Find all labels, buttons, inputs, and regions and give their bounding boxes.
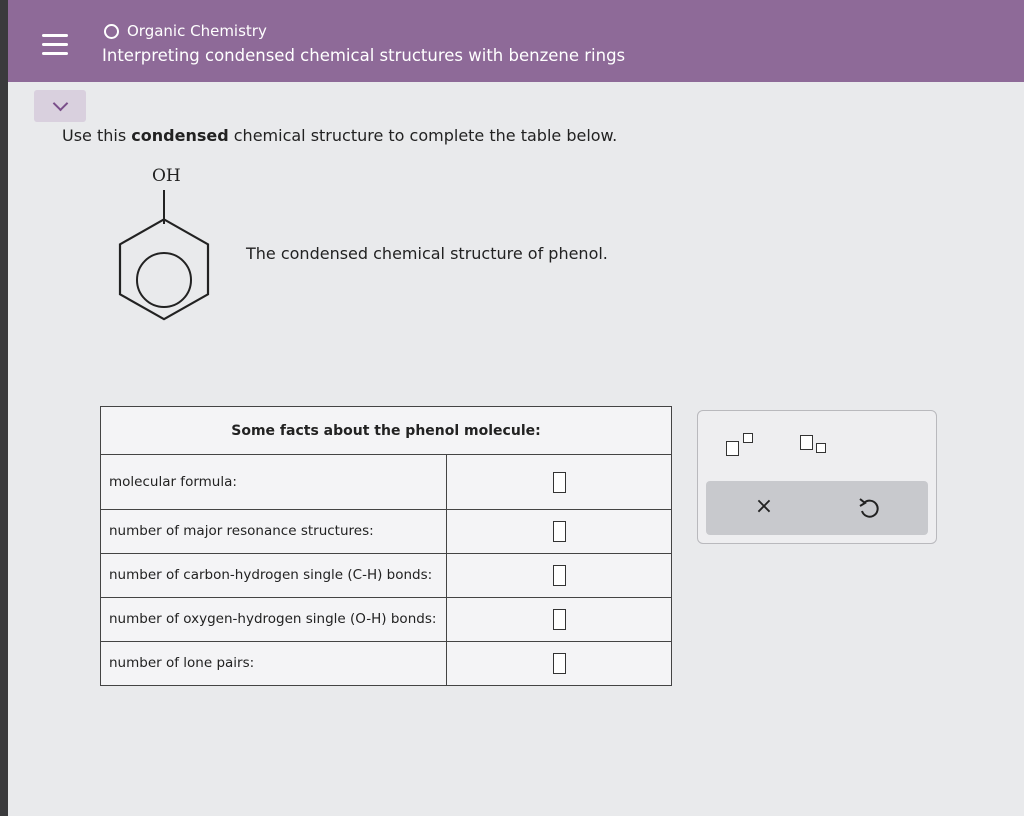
page-title: Interpreting condensed chemical structur… — [102, 46, 626, 65]
molecular-formula-input[interactable] — [552, 471, 566, 493]
facts-table: Some facts about the phenol molecule: mo… — [100, 406, 672, 686]
aromatic-circle — [136, 252, 192, 308]
structure-caption: The condensed chemical structure of phen… — [246, 244, 608, 263]
row-label-lone-pairs: number of lone pairs: — [100, 641, 447, 686]
format-row — [698, 411, 936, 477]
progress-circle-icon — [104, 23, 119, 39]
menu-button[interactable] — [30, 20, 80, 68]
topic-label: Organic Chemistry — [127, 22, 267, 40]
table-row: molecular formula: — [100, 454, 672, 510]
subscript-icon — [816, 443, 826, 453]
table-row: number of lone pairs: — [100, 641, 672, 686]
undo-icon — [859, 498, 879, 518]
menu-icon-line — [42, 51, 68, 55]
instructions-prefix: Use this — [62, 126, 127, 145]
math-toolbar: × — [697, 410, 937, 544]
benzene-hexagon — [118, 218, 210, 321]
clear-button[interactable]: × — [750, 495, 778, 519]
action-row: × — [706, 481, 928, 535]
oh-group-label: OH — [152, 166, 181, 186]
table-header-row: Some facts about the phenol molecule: — [100, 406, 672, 455]
answer-cell — [446, 597, 672, 642]
oh-bonds-input[interactable] — [552, 609, 566, 630]
row-label-molecular-formula: molecular formula: — [100, 454, 447, 510]
answer-cell — [446, 641, 672, 686]
resonance-structures-input[interactable] — [552, 521, 566, 542]
screen-bezel — [0, 0, 8, 816]
superscript-button[interactable] — [724, 431, 758, 461]
superscript-base-icon — [726, 441, 739, 456]
phenol-structure: OH — [100, 160, 230, 334]
header-bar: Organic Chemistry Interpreting condensed… — [8, 0, 1024, 82]
chevron-down-icon — [52, 95, 68, 111]
instructions-suffix: chemical structure to complete the table… — [233, 126, 618, 145]
answer-cell — [446, 509, 672, 554]
ch-bonds-input[interactable] — [552, 565, 566, 586]
lone-pairs-input[interactable] — [552, 653, 566, 674]
topic-row: Organic Chemistry — [104, 22, 267, 40]
instructions-bold: condensed — [131, 126, 229, 145]
table-row: number of oxygen-hydrogen single (O-H) b… — [100, 597, 672, 642]
answer-cell — [446, 553, 672, 598]
table-row: number of carbon-hydrogen single (C-H) b… — [100, 553, 672, 598]
subscript-base-icon — [800, 435, 813, 450]
row-label-ch-bonds: number of carbon-hydrogen single (C-H) b… — [100, 553, 447, 598]
menu-icon-line — [42, 33, 68, 37]
table-title: Some facts about the phenol molecule: — [100, 406, 672, 455]
collapse-toggle-button[interactable] — [34, 90, 86, 122]
instructions-text: Use this condensed chemical structure to… — [62, 126, 617, 145]
table-row: number of major resonance structures: — [100, 509, 672, 554]
superscript-icon — [743, 433, 753, 443]
subscript-button[interactable] — [798, 431, 832, 461]
row-label-resonance: number of major resonance structures: — [100, 509, 447, 554]
answer-cell — [446, 454, 672, 510]
screen: Organic Chemistry Interpreting condensed… — [0, 0, 1024, 816]
row-label-oh-bonds: number of oxygen-hydrogen single (O-H) b… — [100, 597, 447, 642]
undo-button[interactable] — [856, 495, 882, 521]
menu-icon-line — [42, 42, 68, 46]
